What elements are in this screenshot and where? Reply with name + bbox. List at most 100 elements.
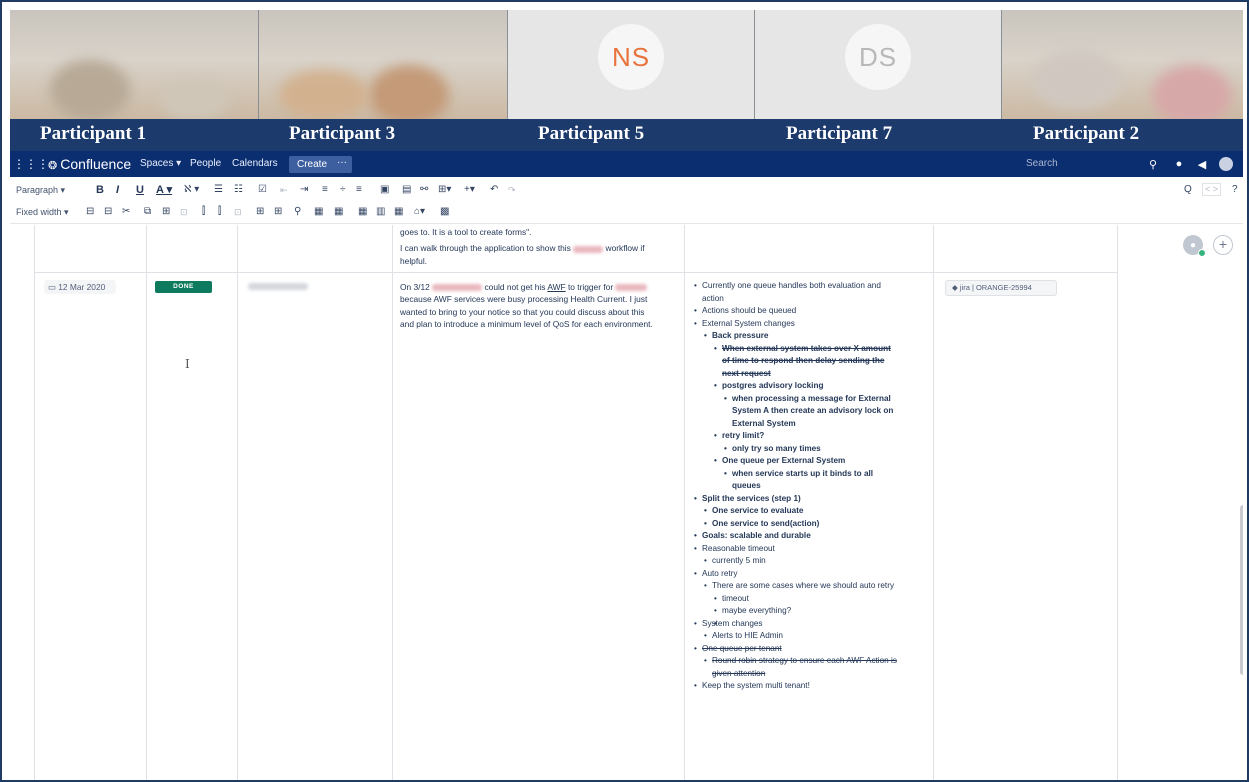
participant-2-video[interactable] bbox=[1002, 10, 1243, 119]
help-shortcuts-icon[interactable]: ? bbox=[1232, 183, 1238, 197]
add-collaborator-button[interactable]: + bbox=[1213, 235, 1233, 255]
table-border bbox=[392, 225, 393, 780]
confluence-logo[interactable]: ❂ Confluence bbox=[48, 151, 131, 177]
app-switcher-icon[interactable]: ⋮⋮⋮ bbox=[13, 155, 49, 173]
paragraph-style-dropdown[interactable]: Paragraph ▾ bbox=[16, 183, 65, 197]
status-badge[interactable]: DONE bbox=[155, 281, 212, 293]
bullet-list-icon[interactable]: ☰ bbox=[214, 183, 223, 197]
note-item: One service to send(action) bbox=[702, 518, 932, 531]
note-item: next request bbox=[722, 368, 771, 378]
notifications-icon[interactable]: ◀ bbox=[1193, 155, 1211, 173]
delete-column-icon[interactable]: ⊡ bbox=[234, 205, 242, 219]
confluence-logo-icon: ❂ bbox=[48, 160, 61, 172]
table-color-icon[interactable]: ⌂▾ bbox=[414, 205, 425, 219]
search-icon[interactable]: ⚲ bbox=[1144, 155, 1162, 173]
table-border bbox=[684, 225, 685, 780]
note-item: Reasonable timeout bbox=[692, 543, 932, 556]
scrollbar[interactable] bbox=[1240, 505, 1243, 675]
source-toggle-icon[interactable]: < > bbox=[1202, 183, 1222, 196]
redacted-text bbox=[615, 284, 648, 292]
delete-row-icon[interactable]: ⊡ bbox=[180, 205, 188, 219]
user-avatar-icon[interactable] bbox=[1217, 155, 1235, 173]
insert-row-before-icon[interactable]: ⊟ bbox=[86, 205, 94, 219]
description-line: On 3/12 could not get his AWF to trigger… bbox=[400, 281, 682, 293]
delete-table-icon[interactable]: ▩ bbox=[440, 205, 449, 219]
note-item: Alerts to HIE Admin bbox=[702, 630, 932, 643]
align-right-icon[interactable]: ≡ bbox=[356, 183, 362, 197]
undo-icon[interactable]: ↶ bbox=[490, 183, 498, 197]
insert-more-icon[interactable]: +▾ bbox=[464, 183, 475, 197]
find-replace-icon[interactable]: Q bbox=[1184, 183, 1192, 197]
description-line: because AWF services were busy processin… bbox=[400, 294, 648, 305]
redacted-assignee[interactable] bbox=[248, 280, 308, 292]
search-input[interactable]: Search bbox=[1020, 155, 1140, 173]
app-name: Confluence bbox=[60, 156, 132, 172]
page-layout-icon[interactable]: ▣ bbox=[380, 183, 389, 197]
indent-icon[interactable]: ⇥ bbox=[300, 183, 308, 197]
table-layout-icon[interactable]: ▥ bbox=[376, 205, 385, 219]
prev-row-text[interactable]: goes to. It is a tool to create forms". … bbox=[400, 226, 680, 267]
participant-3-video[interactable] bbox=[259, 10, 508, 119]
screen-frame: NS DS Participant 1 Participant 3 Partic… bbox=[0, 0, 1249, 782]
numbered-list-icon[interactable]: ☷ bbox=[234, 183, 243, 197]
merge-cells-icon[interactable]: ⊞ bbox=[256, 205, 264, 219]
table-border bbox=[237, 225, 238, 780]
table-icon[interactable]: ⊞▾ bbox=[438, 183, 451, 197]
participant-1-video[interactable] bbox=[10, 10, 259, 119]
bold-button[interactable]: B bbox=[96, 183, 104, 197]
text-color-dropdown[interactable]: A ▾ bbox=[156, 183, 172, 197]
cut-row-icon[interactable]: ✂ bbox=[122, 205, 130, 219]
prev-row-line: I can walk through the application to sh… bbox=[400, 243, 645, 254]
more-button[interactable]: ··· bbox=[332, 156, 352, 173]
cell-color-icon[interactable]: ⚲ bbox=[294, 205, 301, 219]
spaces-menu[interactable]: Spaces ▾ bbox=[140, 151, 181, 177]
redacted-text bbox=[432, 284, 483, 292]
insert-column-before-icon[interactable]: ⫿ bbox=[202, 205, 205, 219]
insert-column-after-icon[interactable]: ⫿ bbox=[218, 205, 221, 219]
align-left-icon[interactable]: ≡ bbox=[322, 183, 328, 197]
table-width-icon[interactable]: ▦ bbox=[394, 205, 403, 219]
note-item: when service starts up it binds to all bbox=[722, 468, 932, 481]
participant-5-video[interactable]: NS bbox=[508, 10, 755, 119]
underline-button[interactable]: U bbox=[136, 183, 144, 197]
split-cell-icon[interactable]: ⊞ bbox=[274, 205, 282, 219]
calendars-link[interactable]: Calendars bbox=[232, 151, 278, 177]
prev-row-line: goes to. It is a tool to create forms". bbox=[400, 227, 532, 237]
editor-toolbar-table: Fixed width ▾ ⊟ ⊟ ✂ ⧉ ⊞ ⊡ ⫿ ⫿ ⊡ ⊞ ⊞ ⚲ ▦ … bbox=[10, 202, 1243, 224]
align-center-icon[interactable]: ÷ bbox=[340, 183, 346, 197]
description-cell[interactable]: On 3/12 could not get his AWF to trigger… bbox=[400, 281, 682, 331]
insert-row-after-icon[interactable]: ⊟ bbox=[104, 205, 112, 219]
paste-row-icon[interactable]: ⊞ bbox=[162, 205, 170, 219]
copy-row-icon[interactable]: ⧉ bbox=[144, 205, 151, 219]
calendar-icon: ▭ bbox=[48, 282, 59, 292]
note-item: Keep the system multi tenant! bbox=[692, 680, 932, 693]
help-icon[interactable]: ● bbox=[1170, 155, 1188, 173]
date-lozenge[interactable]: ▭ 12 Mar 2020 bbox=[44, 280, 116, 294]
task-list-icon[interactable]: ☑ bbox=[258, 183, 267, 197]
table-border bbox=[1117, 225, 1118, 780]
note-item: One queue per External System bbox=[712, 455, 932, 468]
image-icon[interactable]: ▤ bbox=[402, 183, 411, 197]
note-item: retry limit? bbox=[712, 430, 932, 443]
redacted-text bbox=[573, 245, 604, 253]
heading-row-icon[interactable]: ▦ bbox=[314, 205, 323, 219]
participant-label: Participant 1 bbox=[40, 123, 147, 144]
heading-column-icon[interactable]: ▦ bbox=[334, 205, 343, 219]
participant-label: Participant 3 bbox=[289, 123, 396, 144]
discussion-notes-list[interactable]: Currently one queue handles both evaluat… bbox=[692, 280, 932, 693]
jira-issue-link[interactable]: ◆ jira | ORANGE-25994 bbox=[945, 280, 1057, 296]
number-column-icon[interactable]: ▦ bbox=[358, 205, 367, 219]
outdent-icon[interactable]: ⇤ bbox=[280, 183, 288, 197]
participant-7-video[interactable]: DS bbox=[755, 10, 1002, 119]
row-divider bbox=[34, 272, 1118, 273]
italic-button[interactable]: I bbox=[116, 183, 119, 197]
note-item: postgres advisory locking bbox=[712, 380, 932, 393]
more-formatting-dropdown[interactable]: ℵ ▾ bbox=[184, 183, 199, 197]
create-button[interactable]: Create bbox=[289, 156, 336, 173]
note-item: When external system takes over X amount bbox=[712, 343, 932, 356]
fixed-width-dropdown[interactable]: Fixed width ▾ bbox=[16, 205, 69, 219]
people-link[interactable]: People bbox=[190, 151, 221, 177]
link-icon[interactable]: ⚯ bbox=[420, 183, 428, 197]
participant-7-avatar: DS bbox=[845, 24, 911, 90]
redo-icon[interactable]: ↷ bbox=[508, 183, 516, 197]
